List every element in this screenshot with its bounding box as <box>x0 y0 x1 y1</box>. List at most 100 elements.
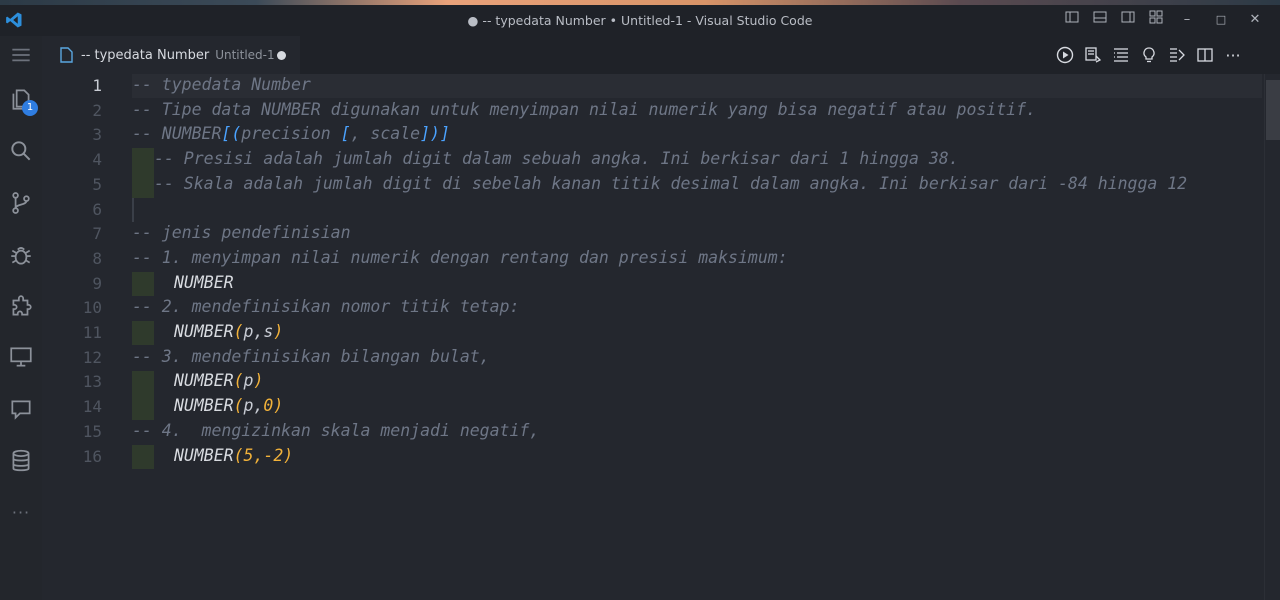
comment-token: -- NUMBER <box>132 124 222 144</box>
editor-tab[interactable]: -- typedata Number Untitled-1 <box>42 36 300 74</box>
search-icon[interactable] <box>7 137 35 165</box>
line-number: 9 <box>92 273 102 293</box>
code-line: 9 NUMBER <box>42 272 1264 297</box>
title-bar: ● -- typedata Number • Untitled-1 - Visu… <box>0 5 1280 36</box>
menu-icon[interactable] <box>7 41 35 69</box>
bracket-token: ( <box>233 396 244 416</box>
extensions-icon[interactable] <box>7 293 35 321</box>
minimize-button[interactable]: – <box>1170 10 1204 30</box>
code-text: -- typedata Number <box>132 75 311 94</box>
code-text: -- Presisi adalah jumlah digit dalam seb… <box>154 149 959 169</box>
bracket-token: [ <box>340 124 351 144</box>
unsaved-dot-icon[interactable] <box>277 51 286 60</box>
code-line: 4 -- Presisi adalah jumlah digit dalam s… <box>42 148 1264 173</box>
code-line: 6 <box>42 198 1264 223</box>
query-plan-icon[interactable] <box>1084 45 1102 65</box>
identifier-token: p,s <box>243 322 274 341</box>
keyword-token: NUMBER <box>174 396 234 416</box>
split-editor-icon[interactable] <box>1196 45 1214 65</box>
line-number: 3 <box>92 125 102 145</box>
run-query-icon[interactable] <box>1056 45 1074 65</box>
maximize-button[interactable]: □ <box>1204 10 1238 30</box>
bracket-token: ) <box>253 371 264 391</box>
close-button[interactable]: ✕ <box>1238 10 1272 30</box>
database-icon[interactable] <box>7 447 35 475</box>
keyword-token: NUMBER <box>174 322 234 341</box>
code-line: 10 -- 2. mendefinisikan nomor titik teta… <box>42 296 1264 321</box>
identifier-token: p, <box>243 396 264 416</box>
run-debug-icon[interactable] <box>7 241 35 269</box>
code-text: -- 4. mengizinkan skala menjadi negatif, <box>132 420 540 440</box>
code-text: -- 1. menyimpan nilai numerik dengan ren… <box>132 247 788 267</box>
code-text: -- Skala adalah jumlah digit di sebelah … <box>154 173 1188 193</box>
source-control-icon[interactable] <box>7 189 35 217</box>
identifier-token: p <box>243 371 254 391</box>
code-line: 3 -- NUMBER[(precision [, scale])] <box>42 123 1264 148</box>
line-number: 12 <box>82 347 102 367</box>
code-text: -- 3. mendefinisikan bilangan bulat, <box>132 346 490 366</box>
bracket-token: ] <box>439 124 450 144</box>
code-line: 13 NUMBER(p) <box>42 370 1264 395</box>
code-line: 15 -- 4. mengizinkan skala menjadi negat… <box>42 420 1264 445</box>
tab-description: Untitled-1 <box>215 48 275 62</box>
bracket-token: ( <box>233 445 244 465</box>
code-editor[interactable]: 1 -- typedata Number 2 -- Tipe data NUMB… <box>42 74 1264 600</box>
code-line: 5 -- Skala adalah jumlah digit di sebela… <box>42 173 1264 198</box>
line-number: 8 <box>92 248 102 268</box>
line-number: 5 <box>92 174 102 194</box>
format-selection-icon[interactable] <box>1168 45 1186 65</box>
code-line: 11 NUMBER(p,s) <box>42 321 1264 346</box>
file-icon <box>60 47 73 63</box>
bracket-token: ( <box>233 322 244 341</box>
comment-token: precision <box>241 124 341 144</box>
keyword-token: NUMBER <box>174 371 234 391</box>
code-text: -- jenis pendefinisian <box>132 223 351 243</box>
remote-explorer-icon[interactable] <box>7 343 35 371</box>
bracket-token: ( <box>233 371 244 391</box>
line-number: 15 <box>82 421 102 441</box>
code-text: -- Tipe data NUMBER digunakan untuk meny… <box>132 99 1036 119</box>
code-text: NUMBER(p,s) <box>174 322 283 341</box>
customize-layout-icon[interactable] <box>1142 10 1170 30</box>
code-line: 7 -- jenis pendefinisian <box>42 222 1264 247</box>
code-text: NUMBER <box>174 272 234 292</box>
line-number: 13 <box>82 372 102 392</box>
number-token: 0 <box>263 396 274 416</box>
bracket-token: ) <box>273 396 284 416</box>
line-number: 16 <box>82 446 102 466</box>
line-number: 2 <box>92 100 102 120</box>
code-text: -- NUMBER[(precision [, scale])] <box>132 124 450 143</box>
keyword-token: NUMBER <box>174 445 234 465</box>
code-line: 8 -- 1. menyimpan nilai numerik dengan r… <box>42 247 1264 272</box>
toggle-panel-icon[interactable] <box>1086 10 1114 30</box>
bracket-token: ) <box>273 322 284 341</box>
code-line: 14 NUMBER(p,0) <box>42 395 1264 420</box>
code-line: 12 -- 3. mendefinisikan bilangan bulat, <box>42 346 1264 371</box>
toggle-primary-sidebar-icon[interactable] <box>1058 10 1086 30</box>
scrollbar-thumb[interactable] <box>1266 80 1280 140</box>
lightbulb-icon[interactable] <box>1140 45 1158 65</box>
line-number: 1 <box>92 76 102 95</box>
code-text: -- 2. mendefinisikan nomor titik tetap: <box>132 297 520 317</box>
editor-actions: ··· <box>1056 45 1242 65</box>
bracket-token: ] <box>420 124 431 144</box>
line-number: 7 <box>92 224 102 244</box>
bracket-token: ) <box>430 124 440 144</box>
more-actions-icon[interactable]: ··· <box>1224 45 1242 65</box>
code-line: 2 -- Tipe data NUMBER digunakan untuk me… <box>42 99 1264 124</box>
code-text: NUMBER(5,-2) <box>174 446 293 465</box>
code-line: 16 NUMBER(5,-2) <box>42 445 1264 470</box>
toggle-secondary-sidebar-icon[interactable] <box>1114 10 1142 30</box>
explorer-badge: 1 <box>22 100 38 116</box>
vertical-scrollbar[interactable] <box>1264 74 1280 600</box>
line-number: 14 <box>82 397 102 417</box>
code-line: 1 -- typedata Number <box>42 74 1264 99</box>
line-number: 10 <box>82 298 102 318</box>
code-text: NUMBER(p,0) <box>174 396 283 415</box>
comments-icon[interactable] <box>7 395 35 423</box>
line-number: 4 <box>92 150 102 170</box>
more-views-icon[interactable]: ··· <box>7 498 35 526</box>
format-icon[interactable] <box>1112 45 1130 65</box>
line-number: 11 <box>82 323 102 342</box>
comment-token: , scale <box>350 124 421 144</box>
